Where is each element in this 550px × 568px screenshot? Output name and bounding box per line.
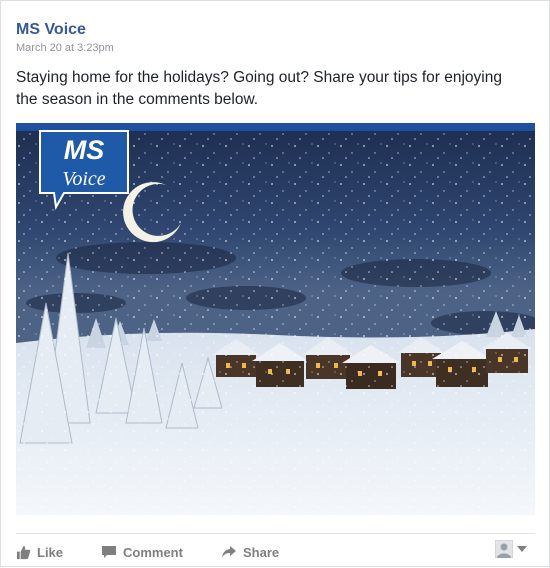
action-bar: Like Comment Share — [16, 533, 535, 568]
thumbs-up-icon — [16, 545, 31, 559]
chevron-down-icon — [517, 546, 527, 552]
share-label: Share — [243, 544, 280, 560]
post-text: Staying home for the holidays? Going out… — [16, 69, 502, 108]
comment-icon — [102, 545, 116, 558]
share-icon — [222, 546, 236, 558]
like-label: Like — [37, 544, 64, 560]
comment-label: Comment — [123, 544, 183, 560]
post-photo[interactable]: MS Voice — [16, 123, 535, 515]
page-name-link[interactable]: MS Voice — [16, 21, 86, 39]
post-card: MS Voice March 20 at 3:23pm Staying home… — [0, 0, 550, 567]
share-button[interactable]: Share — [221, 543, 279, 561]
comment-button[interactable]: Comment — [101, 543, 183, 561]
post-as-selector[interactable] — [495, 540, 527, 558]
like-button[interactable]: Like — [16, 543, 63, 561]
logo-line2: Voice — [62, 168, 105, 190]
avatar-icon — [495, 540, 513, 558]
logo-line1: MS — [64, 135, 105, 165]
post-timestamp[interactable]: March 20 at 3:23pm — [16, 42, 114, 54]
